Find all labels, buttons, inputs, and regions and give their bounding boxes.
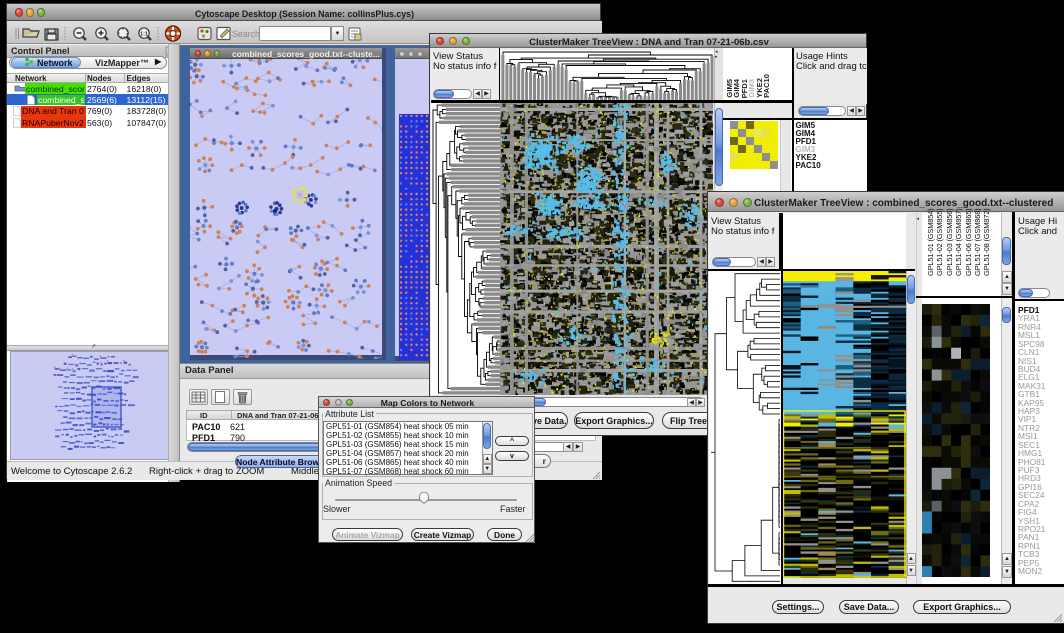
svg-text:1:1: 1:1: [140, 32, 148, 38]
